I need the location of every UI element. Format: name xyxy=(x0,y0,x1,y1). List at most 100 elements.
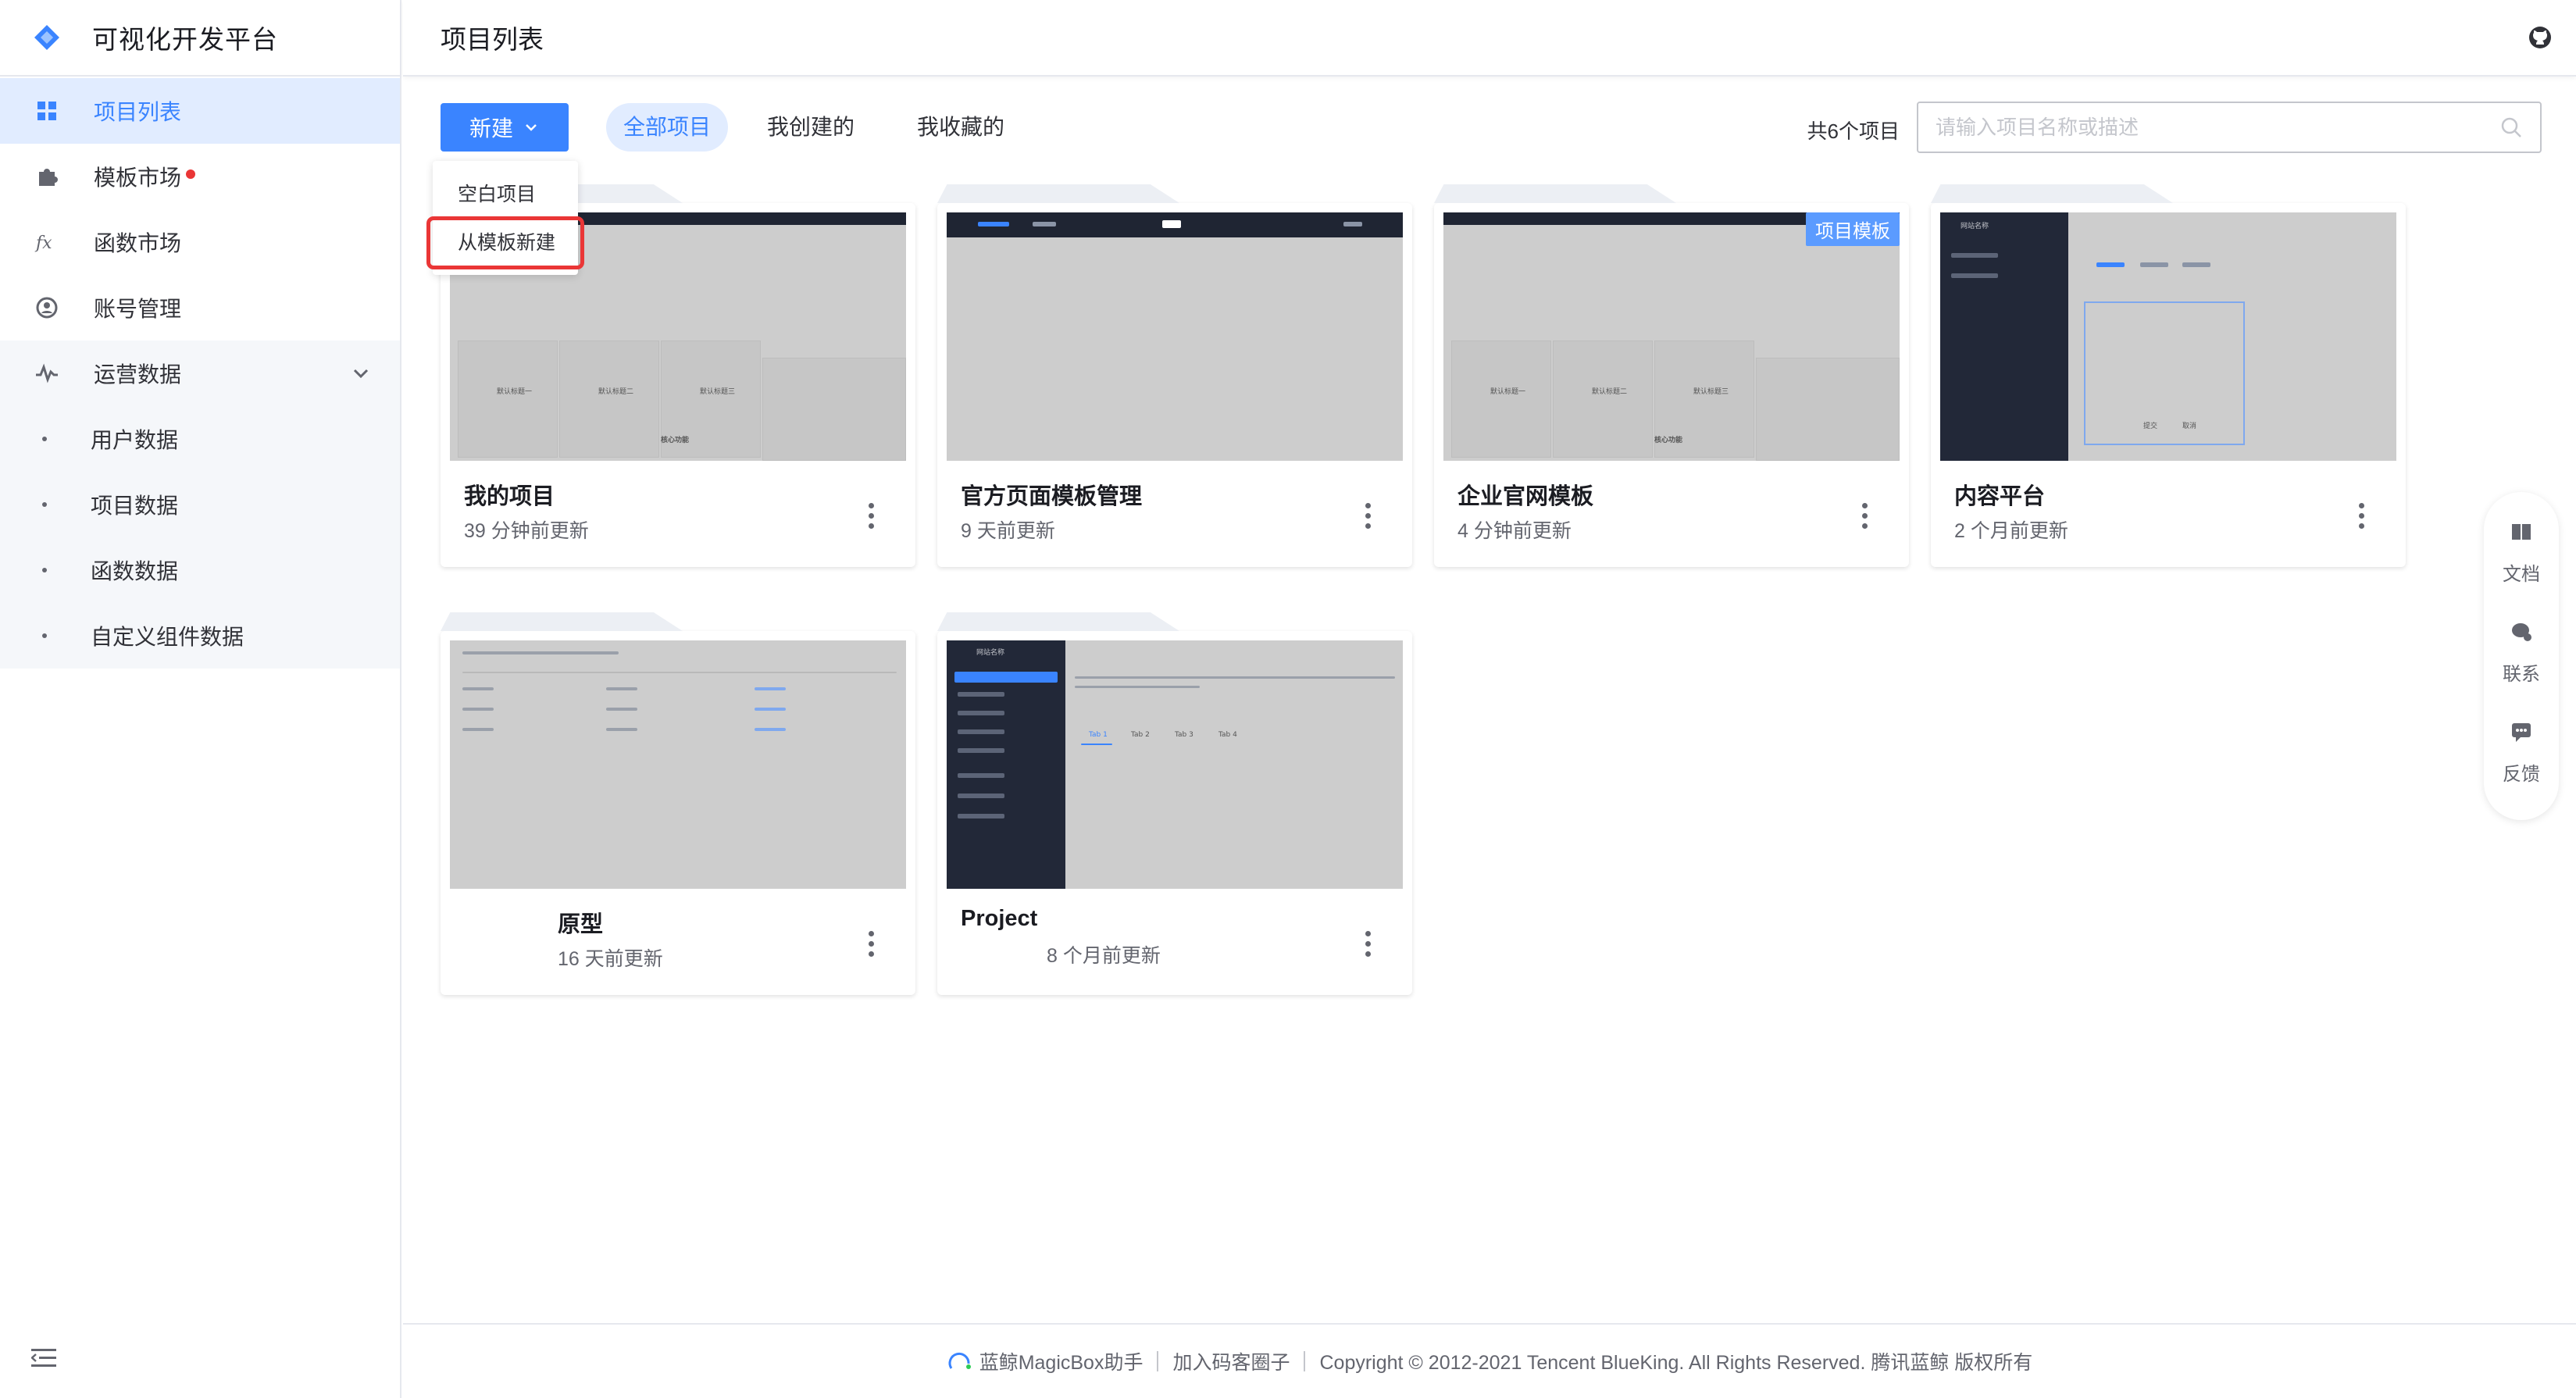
dropdown-item-from-template[interactable]: 从模板新建 xyxy=(426,216,584,269)
card-tab xyxy=(441,612,683,631)
github-icon[interactable] xyxy=(2528,25,2553,50)
search-box[interactable] xyxy=(1917,102,2542,153)
sidebar-item-label: 运营数据 xyxy=(94,362,182,387)
project-name: 官方页面模板管理 xyxy=(961,484,1143,509)
thumb-text: 提交 xyxy=(2143,423,2158,430)
project-thumbnail: 网站名称 提交 取消 xyxy=(1940,212,2396,461)
sidebar-nav: 项目列表 模板市场 fx 函数市场 账号管理 运营数据 用户数据 项目数据 函数… xyxy=(0,77,400,669)
collapse-sidebar-icon[interactable] xyxy=(31,1348,56,1368)
project-name: 内容平台 xyxy=(1954,484,2046,509)
magicbox-assistant-link[interactable]: 蓝鲸MagicBox助手 xyxy=(947,1347,1144,1375)
search-input[interactable] xyxy=(1918,104,2499,151)
sidebar-item-label: 账号管理 xyxy=(94,297,182,321)
new-badge-dot xyxy=(186,169,196,179)
project-updated: 4 分钟前更新 xyxy=(1457,520,1572,542)
chart-icon xyxy=(34,361,59,386)
project-name: 原型 xyxy=(558,912,604,937)
divider xyxy=(1304,1351,1306,1371)
thumb-text: 网站名称 xyxy=(1961,223,1989,230)
assistant-icon xyxy=(948,1352,971,1369)
float-label: 联系 xyxy=(2503,664,2540,685)
thumb-text: 默认标题三 xyxy=(1693,388,1729,396)
more-menu-icon[interactable] xyxy=(867,931,875,962)
sidebar-item-project-list[interactable]: 项目列表 xyxy=(0,78,400,144)
tab-my-favorites[interactable]: 我收藏的 xyxy=(900,103,1022,152)
thumb-text: Tab 1 xyxy=(1089,731,1108,739)
card-tab xyxy=(1434,184,1676,203)
new-project-button[interactable]: 新建 xyxy=(441,103,569,152)
project-count: 共6个项目 xyxy=(1807,119,1900,143)
book-icon xyxy=(2512,524,2531,540)
sidebar-subitem-label: 用户数据 xyxy=(91,428,179,452)
project-meta: .16 天前更新 xyxy=(464,943,663,972)
search-icon[interactable] xyxy=(2499,116,2523,139)
logo-icon xyxy=(34,25,59,50)
float-contact[interactable]: 联系 xyxy=(2484,620,2559,686)
toolbar: 新建 全部项目 我创建的 我收藏的 共6个项目 xyxy=(441,102,2542,153)
sidebar-subitem-function-data[interactable]: 函数数据 xyxy=(0,537,400,603)
dropdown-item-blank-project[interactable]: 空白项目 xyxy=(433,170,578,219)
tab-all-projects[interactable]: 全部项目 xyxy=(606,103,729,152)
sidebar-item-operations[interactable]: 运营数据 xyxy=(0,341,400,406)
project-card[interactable]: 官方页面模板管理 9 天前更新 xyxy=(937,184,1412,567)
project-card[interactable]: 原型 .16 天前更新 xyxy=(441,612,915,995)
sidebar-subitem-label: 项目数据 xyxy=(91,494,179,518)
more-menu-icon[interactable] xyxy=(1364,931,1372,962)
more-menu-icon[interactable] xyxy=(1364,503,1372,534)
project-card[interactable]: 默认标题一 默认标题二 默认标题三 核心功能 项目模板 企业官网模板 4 分钟前… xyxy=(1434,184,1909,567)
assistant-label: 蓝鲸MagicBox助手 xyxy=(979,1352,1144,1374)
float-docs[interactable]: 文档 xyxy=(2484,520,2559,586)
sidebar-item-label: 模板市场 xyxy=(94,166,182,190)
more-menu-icon[interactable] xyxy=(2357,503,2365,534)
thumb-text: 核心功能 xyxy=(661,437,690,444)
bullet xyxy=(42,568,47,572)
user-circle-icon xyxy=(34,295,59,320)
project-meta: 9 天前更新 xyxy=(961,515,1055,544)
sidebar-subitem-component-data[interactable]: 自定义组件数据 xyxy=(0,603,400,669)
thumb-text: 默认标题一 xyxy=(497,388,533,396)
project-card[interactable]: 网站名称 Tab 1 Tab 2 Tab 3 Tab 4 Project 8 个… xyxy=(937,612,1412,995)
project-meta: 2 个月前更新 xyxy=(1954,515,2068,544)
fx-icon: fx xyxy=(34,230,59,255)
tab-created-by-me[interactable]: 我创建的 xyxy=(750,103,872,152)
operations-submenu: 用户数据 项目数据 函数数据 自定义组件数据 xyxy=(0,406,400,669)
sidebar-subitem-user-data[interactable]: 用户数据 xyxy=(0,406,400,472)
sidebar-item-function-market[interactable]: fx 函数市场 xyxy=(0,209,400,275)
grid-icon xyxy=(34,98,59,123)
sidebar-item-template-market[interactable]: 模板市场 xyxy=(0,144,400,209)
join-community-link[interactable]: 加入码客圈子 xyxy=(1172,1347,1290,1375)
sidebar-item-account[interactable]: 账号管理 xyxy=(0,275,400,341)
project-updated: 8 个月前更新 xyxy=(1047,945,1161,967)
thumb-text: Tab 3 xyxy=(1175,731,1193,739)
card-tab xyxy=(937,184,1179,203)
thumb-text: 网站名称 xyxy=(976,649,1005,657)
float-feedback[interactable]: 反馈 xyxy=(2484,720,2559,786)
template-badge: 项目模板 xyxy=(1806,212,1900,246)
svg-text:fx: fx xyxy=(34,234,52,253)
brand[interactable]: 可视化开发平台 xyxy=(0,0,400,77)
thumb-text: 取消 xyxy=(2182,423,2197,430)
thumb-text: 默认标题一 xyxy=(1490,388,1526,396)
thumb-text: Tab 2 xyxy=(1131,731,1150,739)
brand-title: 可视化开发平台 xyxy=(92,25,278,54)
project-name: Project xyxy=(961,906,1038,931)
project-thumbnail xyxy=(947,212,1403,461)
new-project-dropdown: 空白项目 从模板新建 xyxy=(426,161,584,275)
thumb-text: 核心功能 xyxy=(1654,437,1683,444)
page-title: 项目列表 xyxy=(441,25,544,54)
sidebar-subitem-project-data[interactable]: 项目数据 xyxy=(0,472,400,537)
thumb-text: Tab 4 xyxy=(1218,731,1237,739)
thumb-text: 默认标题二 xyxy=(598,388,634,396)
project-thumbnail: 默认标题一 默认标题二 默认标题三 核心功能 xyxy=(1443,212,1900,461)
float-label: 文档 xyxy=(2503,564,2540,585)
more-menu-icon[interactable] xyxy=(867,503,875,534)
new-button-label: 新建 xyxy=(469,116,513,141)
project-updated: 16 天前更新 xyxy=(558,948,663,970)
chevron-down-icon[interactable] xyxy=(350,362,372,384)
project-updated: 9 天前更新 xyxy=(961,520,1055,542)
project-updated: 39 分钟前更新 xyxy=(464,520,589,542)
project-card[interactable]: 网站名称 提交 取消 内容平台 2 个月前更新 xyxy=(1931,184,2406,567)
more-menu-icon[interactable] xyxy=(1861,503,1868,534)
project-meta: 8 个月前更新 xyxy=(1047,940,1161,968)
sidebar-item-label: 函数市场 xyxy=(94,231,182,255)
